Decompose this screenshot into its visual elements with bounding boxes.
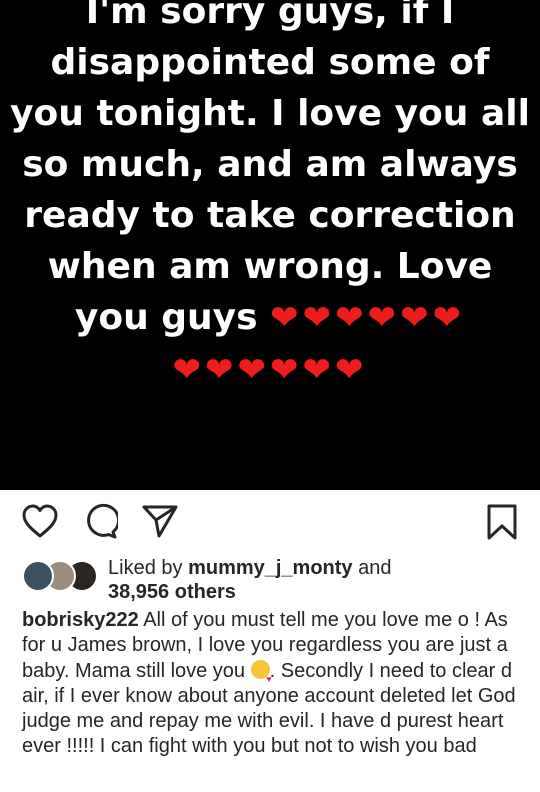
story-hearts-row: ❤❤❤❤❤❤ — [0, 344, 540, 396]
story-line: you tonight. I love you all — [10, 93, 530, 134]
liker-avatars[interactable] — [22, 560, 100, 592]
story-line: when am wrong. Love — [47, 246, 493, 287]
liked-by-prefix: Liked by — [108, 557, 189, 579]
send-icon[interactable] — [141, 503, 179, 544]
avatar — [22, 560, 54, 592]
story-line: ready to take correction — [24, 195, 516, 236]
likes-summary: Liked by mummy_j_monty and 38,956 others — [22, 556, 522, 603]
liked-by-joiner: and — [352, 557, 392, 579]
liked-by-user-link[interactable]: mummy_j_monty — [188, 557, 353, 579]
comment-icon[interactable] — [82, 503, 121, 544]
post-image[interactable]: I'm sorry guys, if I disappointed some o… — [0, 0, 540, 490]
caption-username[interactable]: bobrisky222 — [22, 609, 139, 631]
smiling-face-with-hearts-emoji — [250, 659, 272, 692]
liked-by-text: Liked by mummy_j_monty and 38,956 others — [108, 556, 528, 604]
story-line: disappointed some of — [50, 42, 490, 83]
story-line: so much, and am always — [22, 144, 518, 185]
story-line: you guys — [74, 297, 258, 338]
likes-count-link[interactable]: 38,956 others — [108, 581, 236, 603]
post-actions-bar — [0, 503, 540, 547]
red-heart-emoji-row: ❤❤❤❤❤❤ — [270, 298, 466, 338]
bookmark-icon[interactable] — [486, 503, 518, 546]
red-heart-emoji-row: ❤❤❤❤❤❤ — [172, 350, 368, 390]
story-text: I'm sorry guys, if I disappointed some o… — [0, 0, 540, 396]
heart-outline-icon[interactable] — [21, 503, 59, 544]
post-caption: bobrisky222 All of you must tell me you … — [22, 608, 522, 760]
story-line: I'm sorry guys, if I — [85, 0, 455, 32]
story-line-with-hearts: you guys ❤❤❤❤❤❤ — [0, 292, 540, 344]
